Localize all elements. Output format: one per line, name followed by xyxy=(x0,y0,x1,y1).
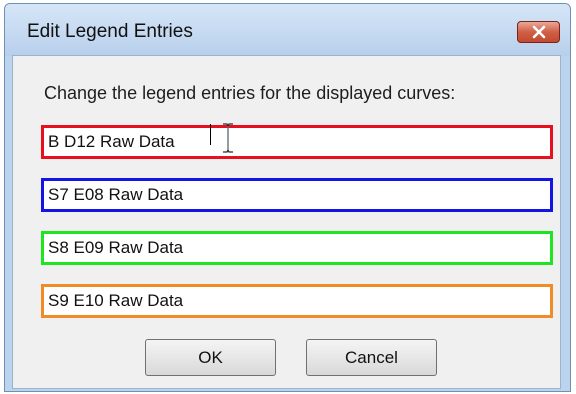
instruction-label: Change the legend entries for the displa… xyxy=(44,83,456,103)
close-icon xyxy=(532,25,545,39)
legend-entry-input-4[interactable] xyxy=(41,284,553,318)
cancel-button[interactable]: Cancel xyxy=(306,339,437,376)
ibeam-cursor-icon xyxy=(223,123,233,153)
dialog-body: Change the legend entries for the displa… xyxy=(12,55,561,389)
dialog-title: Edit Legend Entries xyxy=(27,21,193,42)
edit-legend-dialog: Edit Legend Entries Change the legend en… xyxy=(4,3,571,392)
text-caret xyxy=(210,124,211,145)
legend-entry-input-2[interactable] xyxy=(41,178,553,212)
title-bar[interactable]: Edit Legend Entries xyxy=(5,4,570,56)
ok-button[interactable]: OK xyxy=(145,339,276,376)
close-button[interactable] xyxy=(517,21,560,43)
legend-entry-input-3[interactable] xyxy=(41,231,553,265)
legend-entry-input-1[interactable] xyxy=(41,125,553,159)
